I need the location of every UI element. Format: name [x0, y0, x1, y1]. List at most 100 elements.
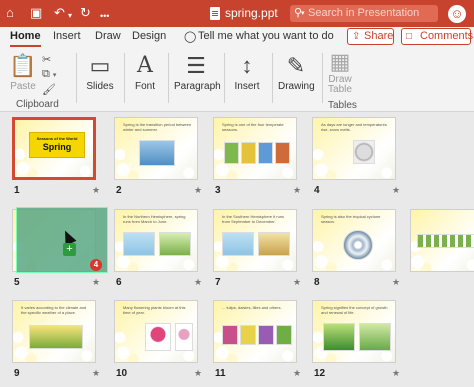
divider: [322, 53, 323, 103]
slide-thumbnail-7[interactable]: In the Southern Hemisphere it runs from …: [213, 209, 297, 272]
slide-thumbnail-8[interactable]: Spring is also the tropical cyclone seas…: [312, 209, 396, 272]
slide-image: [275, 142, 290, 164]
draw-table-button[interactable]: ▦ Draw Table: [326, 49, 354, 95]
slide-thumbnail-11[interactable]: ... tulips, daisies, lilies and others.: [213, 300, 297, 363]
star-icon: ★: [392, 185, 401, 195]
share-label: Share: [364, 30, 394, 42]
slide-thumbnail-1[interactable]: Seasons of the World Spring: [12, 117, 96, 180]
paragraph-button[interactable]: ☰ Paragraph: [174, 53, 221, 92]
slide-number: 10: [116, 368, 128, 379]
slide-thumbnail-12[interactable]: Spring signifies the concept of growth a…: [312, 300, 396, 363]
star-icon: ★: [293, 185, 302, 195]
file-name: spring.ppt: [225, 6, 278, 20]
slide-image: [29, 325, 83, 349]
title-bar: ⌂ ▣ ↶ ▾ ↻ ••• spring.ppt ⚲ ▾ Search in P…: [0, 0, 474, 27]
slide-caption: Spring signifies the concept of growth a…: [321, 305, 388, 315]
undo-icon[interactable]: ↶: [54, 6, 65, 20]
paragraph-label: Paragraph: [174, 81, 221, 92]
slide-image: [222, 232, 254, 256]
drawing-icon: ✎: [286, 53, 306, 78]
slide-thumbnail-partial[interactable]: [410, 209, 474, 272]
slide-number: 9: [14, 368, 20, 379]
home-icon[interactable]: ⌂: [6, 6, 14, 20]
slide-image: [343, 230, 373, 260]
slide-caption: Many flowering plants bloom at this time…: [123, 305, 186, 315]
slide-number: 8: [314, 277, 320, 288]
chevron-down-icon: ▾: [301, 10, 305, 17]
tell-me-input[interactable]: Tell me what you want to do: [198, 30, 334, 42]
slide-number: 12: [314, 368, 326, 379]
redo-icon[interactable]: ↻: [80, 6, 91, 20]
slide-image: [222, 325, 238, 345]
paste-button[interactable]: 📋 Paste: [8, 53, 38, 92]
font-icon: A: [137, 53, 153, 78]
tab-draw[interactable]: Draw: [95, 30, 121, 42]
document-title: spring.ppt: [210, 6, 278, 20]
font-button[interactable]: A Font: [130, 53, 160, 92]
slide-image: [240, 325, 256, 345]
star-icon: ★: [92, 277, 101, 287]
paragraph-icon: ☰: [186, 53, 206, 78]
save-icon[interactable]: ▣: [30, 6, 42, 20]
slide-image: [139, 140, 175, 166]
clipboard-tools: ✂ ⧉ ▾ 🖌: [42, 53, 66, 97]
star-icon: ★: [194, 368, 203, 378]
slides-button[interactable]: ▭ Slides: [82, 53, 118, 92]
divider: [124, 53, 125, 103]
divider: [76, 53, 77, 103]
star-icon: ★: [194, 185, 203, 195]
slide-thumbnail-6[interactable]: In the Northern Hemisphere, spring runs …: [114, 209, 198, 272]
star-icon: ★: [293, 277, 302, 287]
slide-image: [353, 140, 375, 164]
star-icon: ★: [92, 368, 101, 378]
slide-title-box: Seasons of the World Spring: [29, 132, 85, 158]
slides-label: Slides: [86, 81, 114, 92]
slide-thumbnail-2[interactable]: Spring is the transition period between …: [114, 117, 198, 180]
undo-dropdown-icon[interactable]: ▾: [68, 9, 72, 23]
star-icon: ★: [392, 277, 401, 287]
share-button[interactable]: ⇪ Share: [347, 28, 394, 45]
slide-image: [258, 232, 290, 256]
star-icon: ★: [194, 277, 203, 287]
tab-design[interactable]: Design: [132, 30, 166, 42]
slide-thumbnail-3[interactable]: Spring is one of the four temperate seas…: [213, 117, 297, 180]
slide-number: 4: [314, 185, 320, 196]
slide-title: Spring: [42, 142, 72, 152]
slide-number: 2: [116, 185, 122, 196]
slide-image: [258, 142, 273, 164]
slide-caption: In the Northern Hemisphere, spring runs …: [123, 214, 186, 224]
cut-icon[interactable]: ✂: [42, 53, 66, 67]
slide-image: [276, 325, 292, 345]
slide-thumbnail-9[interactable]: It varies according to the climate and t…: [12, 300, 96, 363]
search-input[interactable]: ⚲ ▾ Search in Presentation: [290, 5, 438, 22]
comments-button[interactable]: □ Comments: [401, 28, 473, 45]
slide-caption: In the Southern Hemisphere it runs from …: [222, 214, 285, 224]
drawing-button[interactable]: ✎ Drawing: [278, 53, 315, 92]
slide-thumbnail-4[interactable]: As days are longer and temperatures rise…: [312, 117, 396, 180]
lightbulb-icon: ◯: [184, 31, 197, 43]
comment-icon: □: [406, 31, 413, 42]
draw-table-label-2: Table: [328, 84, 352, 95]
format-painter-icon[interactable]: 🖌: [42, 83, 66, 97]
font-label: Font: [134, 81, 155, 92]
slide-caption: Spring is the transition period between …: [123, 122, 192, 132]
slide-image: [258, 325, 274, 345]
slide-thumbnail-10[interactable]: Many flowering plants bloom at this time…: [114, 300, 198, 363]
smiley-icon[interactable]: ☺: [448, 5, 466, 23]
paste-icon: 📋: [9, 53, 37, 78]
tab-insert[interactable]: Insert: [53, 30, 81, 42]
slide-number: 5: [14, 277, 20, 288]
copy-icon[interactable]: ⧉ ▾: [42, 67, 66, 83]
slide-number: 6: [116, 277, 122, 288]
slide-caption: Spring is one of the four temperate seas…: [222, 122, 284, 132]
slide-image: [359, 323, 391, 351]
slide-caption: Spring is also the tropical cyclone seas…: [321, 214, 381, 224]
slide-number: 1: [14, 185, 20, 196]
tab-home[interactable]: Home: [10, 30, 41, 47]
insert-button[interactable]: ↕ Insert: [230, 53, 264, 92]
document-icon: [210, 6, 220, 20]
more-icon[interactable]: •••: [100, 9, 109, 23]
table-icon: ▦: [329, 49, 351, 74]
slide-sorter: Seasons of the World Spring 1 ★ Spring i…: [0, 112, 474, 387]
slide-number: 3: [215, 185, 221, 196]
